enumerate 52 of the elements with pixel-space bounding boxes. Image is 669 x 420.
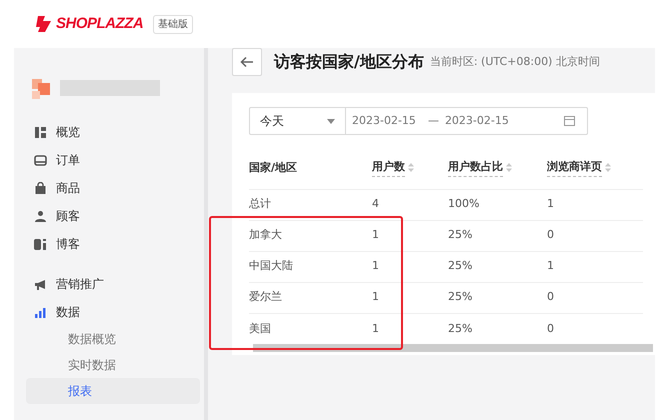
calendar-icon [564, 116, 575, 126]
sidebar-subitem[interactable]: 实时数据 [26, 352, 200, 378]
table-cell: 0 [547, 290, 554, 304]
sidebar-item[interactable]: 订单 [14, 146, 204, 174]
table-cell: 爱尔兰 [249, 290, 282, 304]
table-cell: 0 [547, 322, 554, 334]
table-cell: 100% [448, 197, 480, 210]
table-cell: 中国大陆 [249, 259, 293, 272]
sort-icon[interactable] [605, 163, 611, 172]
table-cell: 25% [448, 290, 472, 304]
sidebar-item[interactable]: 顾客 [14, 202, 204, 230]
horizontal-scrollbar[interactable] [253, 344, 653, 352]
sidebar-subitem[interactable]: 报表 [26, 378, 200, 404]
page-title: 访客按国家/地区分布 [274, 51, 424, 73]
date-separator: — [428, 112, 439, 129]
column-header[interactable]: 用户数 [372, 159, 405, 176]
plan-badge: 基础版 [153, 14, 194, 34]
column-header[interactable]: 用户数占比 [448, 159, 503, 176]
sidebar-item[interactable]: 商品 [14, 174, 204, 202]
sidebar-item[interactable]: 博客 [14, 230, 204, 258]
logo-text: SHOPLAZZA [56, 14, 144, 34]
sidebar-item[interactable]: 概览 [14, 118, 204, 146]
table-cell: 总计 [249, 197, 271, 210]
table-cell: 1 [547, 259, 554, 272]
sort-icon[interactable] [408, 163, 414, 172]
sidebar-item[interactable]: 数据 [14, 298, 204, 326]
column-header: 国家/地区 [249, 160, 298, 176]
logo-icon [35, 15, 53, 33]
date-range-picker[interactable]: 今天 2023-02-15 — 2023-02-15 [249, 107, 588, 135]
sidebar-item[interactable]: 营销推广 [14, 270, 204, 298]
table-cell: 25% [448, 322, 472, 334]
table-cell: 25% [448, 259, 472, 272]
table-cell: 4 [372, 197, 379, 210]
end-date[interactable]: 2023-02-15 [444, 112, 509, 130]
table-cell: 0 [547, 228, 554, 242]
back-button[interactable] [232, 48, 262, 76]
sidebar-subitem[interactable]: 数据概览 [26, 326, 200, 352]
table-cell: 1 [372, 259, 379, 272]
caret-icon [327, 118, 335, 124]
table-cell: 25% [448, 228, 472, 242]
start-date[interactable]: 2023-02-15 [352, 112, 416, 130]
column-header[interactable]: 浏览商详页 [547, 159, 602, 176]
table-cell: 1 [372, 322, 379, 334]
back-arrow-icon [240, 56, 254, 68]
timezone-text: 当前时区: (UTC+08:00) 北京时间 [430, 54, 600, 70]
table-cell: 加拿大 [249, 228, 282, 242]
range-select-value[interactable]: 今天 [260, 112, 284, 130]
table-cell: 1 [547, 197, 554, 210]
table-cell: 1 [372, 228, 379, 242]
sort-icon[interactable] [506, 163, 512, 172]
table-cell: 1 [372, 290, 379, 304]
table-cell: 美国 [249, 322, 271, 334]
